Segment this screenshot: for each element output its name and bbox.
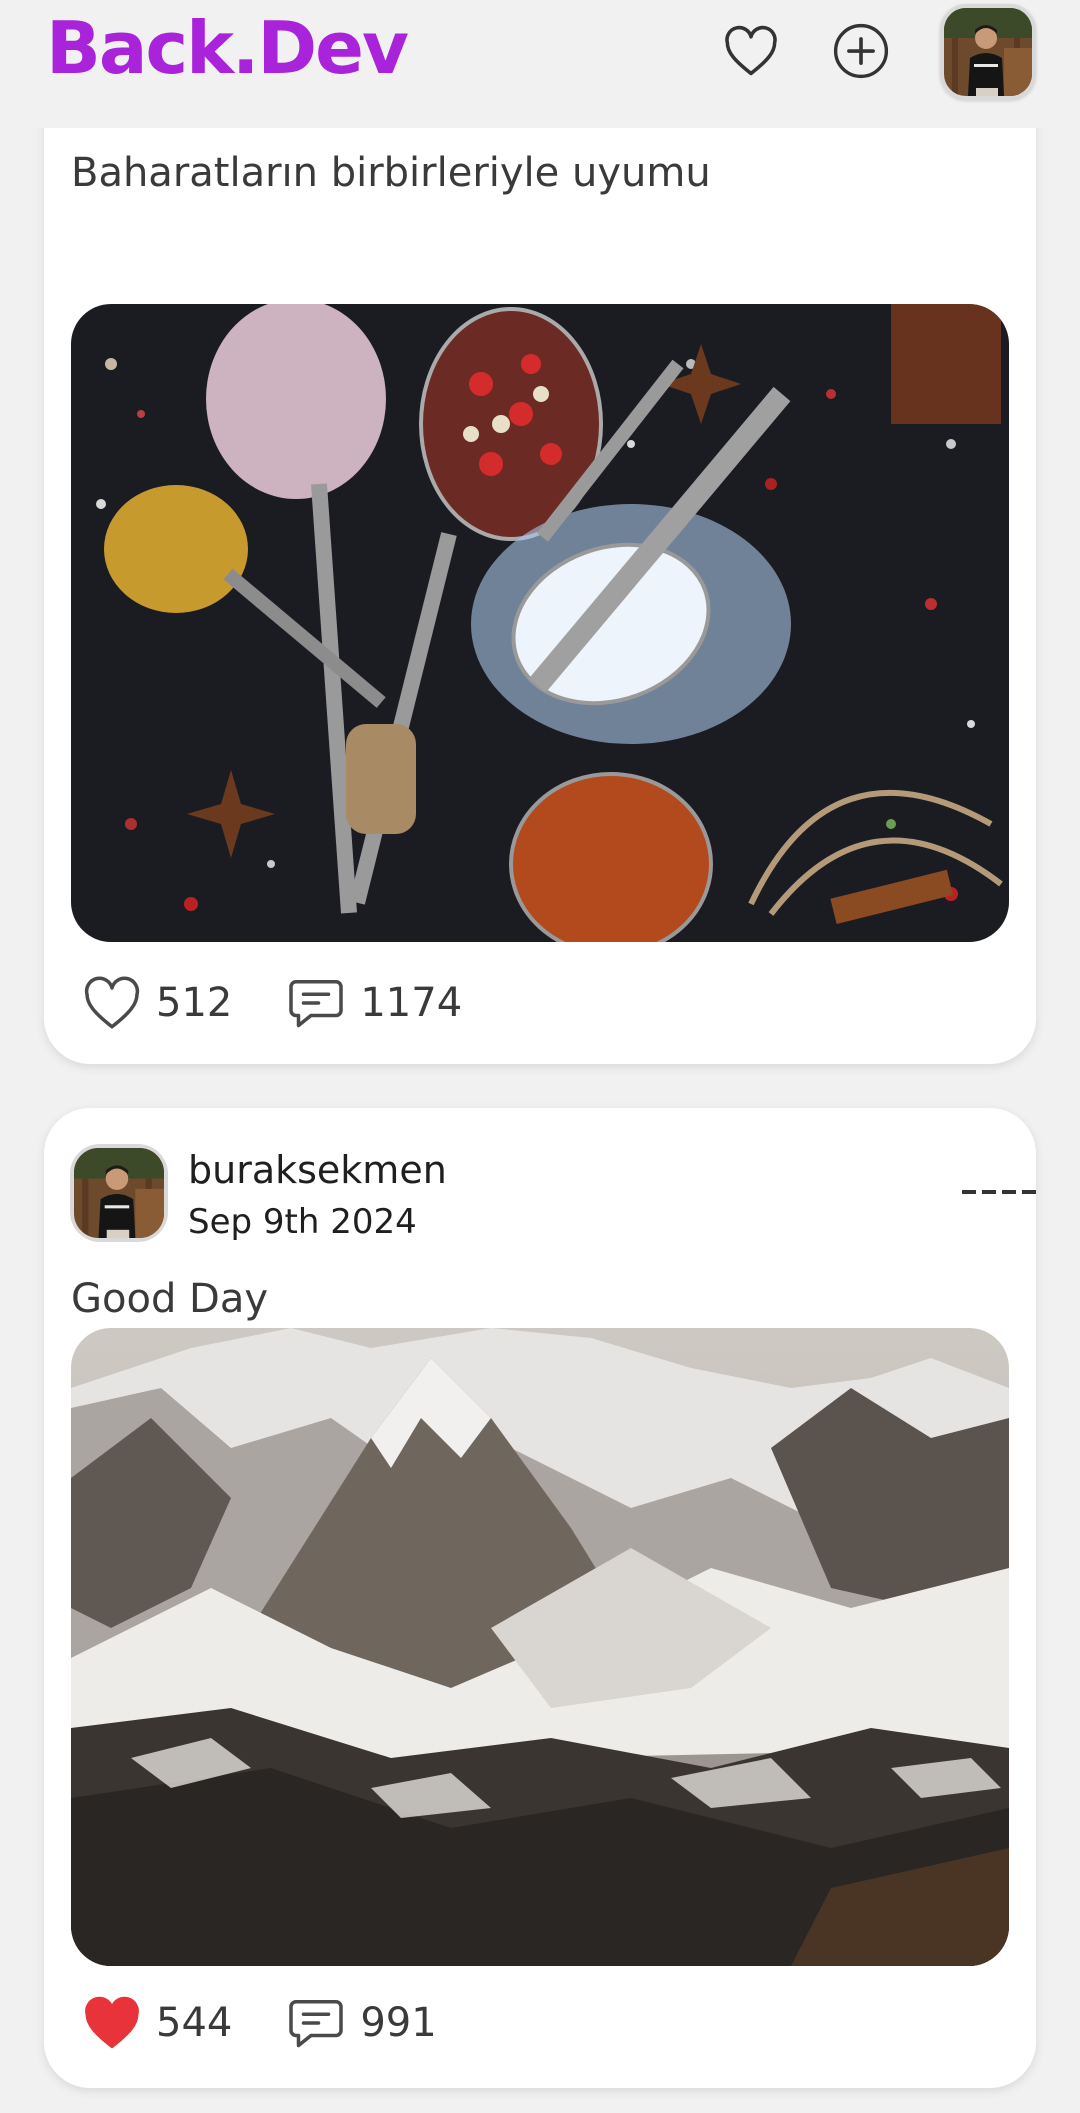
- like-count: 544: [156, 2000, 233, 2046]
- comment-button[interactable]: 1174: [286, 975, 462, 1031]
- spices-photo: [71, 304, 1009, 942]
- post-image[interactable]: [71, 304, 1009, 942]
- post-options-button[interactable]: [962, 1186, 1036, 1198]
- heart-filled-icon: [85, 1996, 139, 2049]
- avatar: [944, 8, 1032, 96]
- post-actions: 512 1174: [82, 968, 516, 1038]
- post-caption: Good Day: [71, 1276, 269, 1322]
- post-caption: Baharatların birbirleriyle uyumu: [71, 150, 711, 196]
- dash-icon: [962, 1190, 976, 1194]
- heart-icon: [84, 976, 140, 1029]
- top-app-bar: Back.Dev: [0, 0, 1080, 128]
- post-card: Baharatların birbirleriyle uyumu 512 117…: [44, 70, 1036, 1064]
- app-logo[interactable]: Back.Dev: [46, 6, 409, 90]
- dash-icon: [1022, 1190, 1036, 1194]
- heart-icon: [725, 25, 777, 76]
- comment-icon: [289, 980, 344, 1028]
- comment-count: 1174: [360, 980, 463, 1026]
- comment-count: 991: [360, 2000, 437, 2046]
- mountains-photo: [71, 1328, 1009, 1966]
- comment-button[interactable]: 991: [286, 1995, 437, 2051]
- author-avatar[interactable]: [70, 1144, 168, 1242]
- plus-circle-icon: [833, 23, 889, 79]
- comment-icon: [289, 2000, 344, 2048]
- post-date: Sep 9th 2024: [188, 1202, 417, 1242]
- like-button[interactable]: 512: [82, 975, 232, 1031]
- feed-page: Back.Dev Baharatların birbirleriyle uyum…: [0, 0, 1080, 2113]
- profile-avatar-button[interactable]: [940, 4, 1036, 100]
- post-card: buraksekmen Sep 9th 2024 Good Day 544 99…: [44, 1108, 1036, 2088]
- notifications-button[interactable]: [720, 20, 782, 82]
- like-count: 512: [156, 980, 233, 1026]
- dash-icon: [1002, 1190, 1016, 1194]
- avatar: [74, 1148, 164, 1238]
- post-image[interactable]: [71, 1328, 1009, 1966]
- create-post-button[interactable]: [830, 20, 892, 82]
- author-username[interactable]: buraksekmen: [188, 1148, 447, 1192]
- dash-icon: [982, 1190, 996, 1194]
- like-button[interactable]: 544: [82, 1995, 232, 2051]
- post-actions: 544 991: [82, 1988, 491, 2058]
